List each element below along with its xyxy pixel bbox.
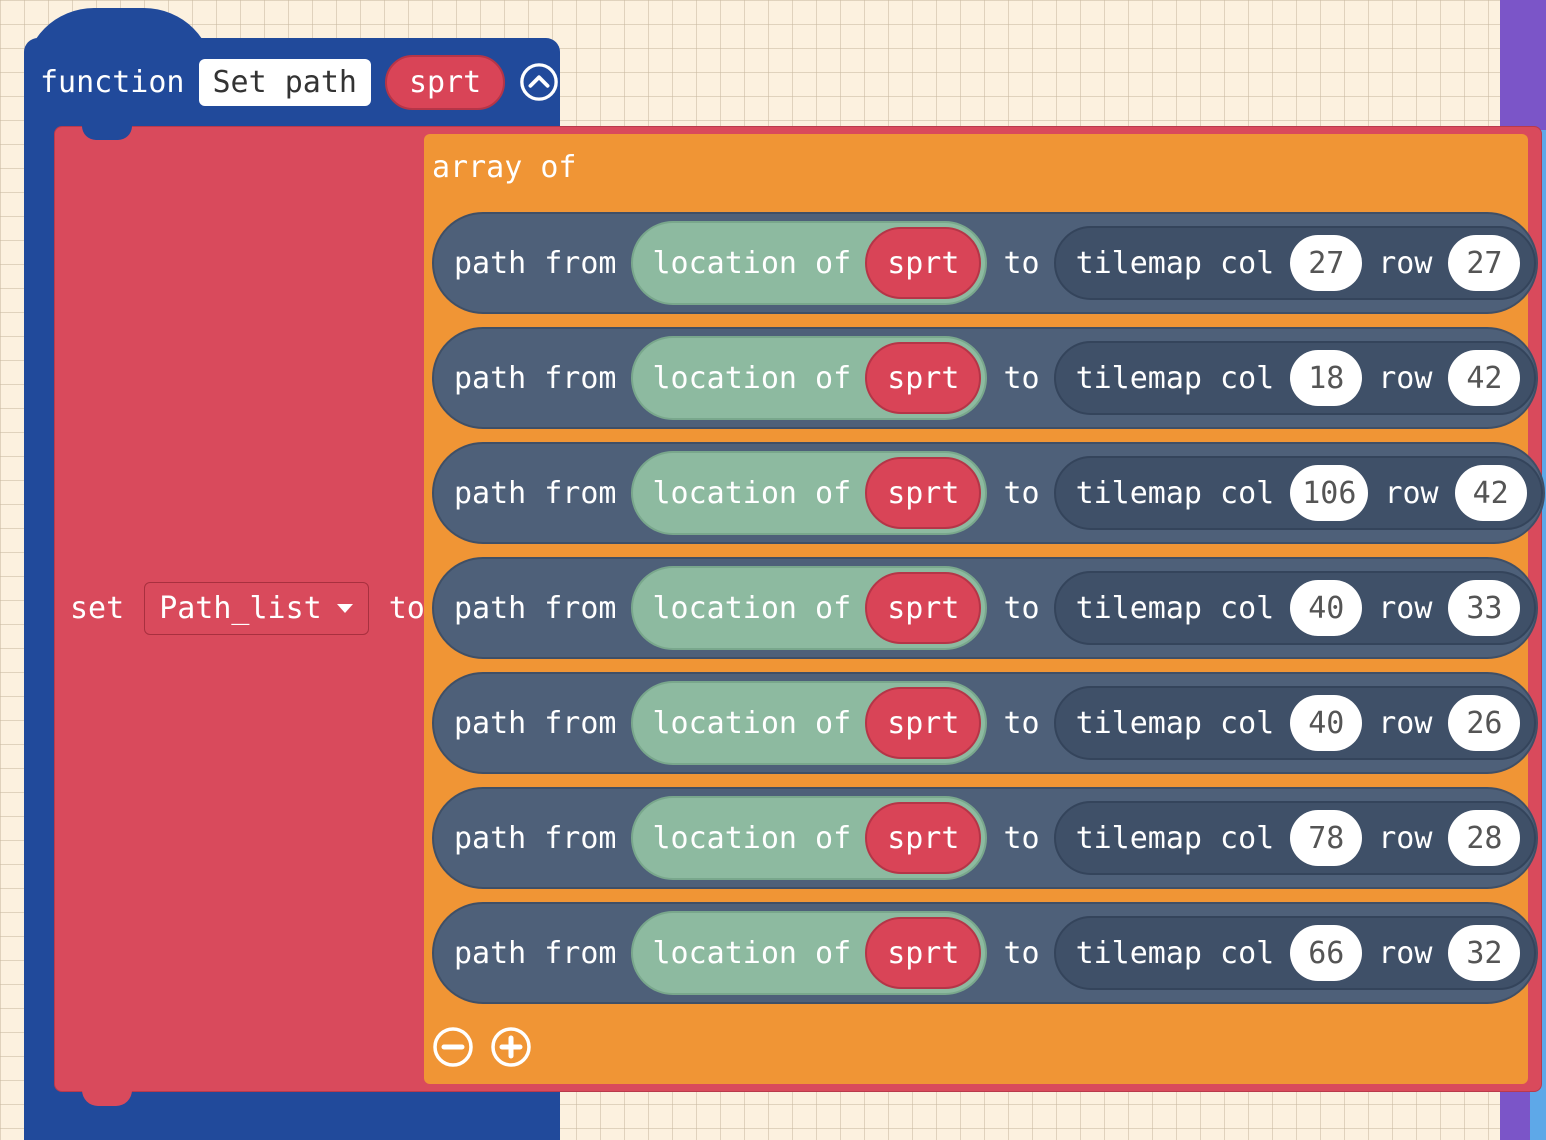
plus-circle-icon[interactable] (490, 1026, 532, 1068)
path-block-row[interactable]: path from location of sprt to tilemap col 40 ro… (432, 557, 1539, 659)
row-label: row (1378, 590, 1433, 626)
tilemap-location-block[interactable]: tilemap col 27 row 27 (1053, 226, 1537, 300)
set-block-top-notch (82, 126, 132, 140)
location-of-label: location of (652, 245, 852, 281)
path-block-row[interactable]: path from location of sprt to tilemap col 18 ro… (432, 327, 1539, 429)
path-keyword: path (454, 245, 527, 281)
location-of-block[interactable]: location of sprt (630, 336, 988, 420)
from-keyword: from (544, 360, 617, 396)
tilemap-location-block[interactable]: tilemap col 78 row 28 (1053, 801, 1537, 875)
minus-circle-icon[interactable] (432, 1026, 474, 1068)
row-label: row (1378, 360, 1433, 396)
path-keyword: path (454, 590, 527, 626)
to-keyword: to (1003, 820, 1040, 856)
tilemap-col-label: tilemap col (1075, 935, 1275, 971)
location-of-block[interactable]: location of sprt (630, 796, 988, 880)
caret-down-icon (336, 604, 353, 613)
row-number-input[interactable]: 42 (1448, 350, 1521, 406)
to-keyword: to (1003, 590, 1040, 626)
path-block-row[interactable]: path from location of sprt to tilemap col 106 r… (432, 442, 1545, 544)
path-block-row[interactable]: path from location of sprt to tilemap col 66 ro… (432, 902, 1539, 1004)
from-keyword: from (544, 475, 617, 511)
location-of-label: location of (652, 705, 852, 741)
location-of-label: location of (652, 360, 852, 396)
row-label: row (1378, 820, 1433, 856)
set-keyword: set (70, 590, 125, 626)
sprite-variable-pill[interactable]: sprt (865, 687, 982, 759)
tilemap-location-block[interactable]: tilemap col 18 row 42 (1053, 341, 1537, 415)
location-of-label: location of (652, 935, 852, 971)
sprite-variable-pill[interactable]: sprt (865, 227, 982, 299)
sprite-variable-pill[interactable]: sprt (865, 917, 982, 989)
location-of-label: location of (652, 475, 852, 511)
function-keyword: function (40, 64, 185, 100)
from-keyword: from (544, 820, 617, 856)
array-of-label: array of (432, 150, 577, 185)
function-name-field[interactable]: Set path (198, 58, 371, 106)
row-number-input[interactable]: 33 (1448, 580, 1521, 636)
tilemap-col-label: tilemap col (1075, 245, 1275, 281)
function-param-sprt[interactable]: sprt (385, 54, 506, 110)
row-label: row (1378, 935, 1433, 971)
to-keyword: to (1003, 475, 1040, 511)
sprite-variable-pill[interactable]: sprt (865, 342, 982, 414)
to-keyword: to (1003, 245, 1040, 281)
variable-dropdown-label: Path_list (159, 590, 322, 626)
variable-dropdown[interactable]: Path_list (144, 581, 369, 635)
location-of-block[interactable]: location of sprt (630, 451, 988, 535)
location-of-label: location of (652, 590, 852, 626)
path-keyword: path (454, 475, 527, 511)
col-number-input[interactable]: 40 (1290, 695, 1363, 751)
location-of-block[interactable]: location of sprt (630, 221, 988, 305)
set-variable-row: set Path_list to (70, 578, 425, 638)
path-keyword: path (454, 705, 527, 741)
col-number-input[interactable]: 66 (1290, 925, 1363, 981)
tilemap-col-label: tilemap col (1075, 820, 1275, 856)
path-block-row[interactable]: path from location of sprt to tilemap col 40 ro… (432, 672, 1539, 774)
to-keyword: to (388, 590, 425, 626)
chevron-up-circle-icon[interactable] (519, 62, 559, 102)
sprite-variable-pill[interactable]: sprt (865, 802, 982, 874)
to-keyword: to (1003, 935, 1040, 971)
path-keyword: path (454, 820, 527, 856)
col-number-input[interactable]: 18 (1290, 350, 1363, 406)
path-block-row[interactable]: path from location of sprt to tilemap col 78 ro… (432, 787, 1539, 889)
location-of-block[interactable]: location of sprt (630, 681, 988, 765)
path-block-row[interactable]: path from location of sprt to tilemap col 27 ro… (432, 212, 1539, 314)
from-keyword: from (544, 935, 617, 971)
to-keyword: to (1003, 705, 1040, 741)
col-number-input[interactable]: 106 (1290, 465, 1369, 521)
row-label: row (1378, 705, 1433, 741)
col-number-input[interactable]: 27 (1290, 235, 1363, 291)
from-keyword: from (544, 590, 617, 626)
tilemap-location-block[interactable]: tilemap col 66 row 32 (1053, 916, 1537, 990)
col-number-input[interactable]: 78 (1290, 810, 1363, 866)
path-keyword: path (454, 360, 527, 396)
from-keyword: from (544, 705, 617, 741)
tilemap-col-label: tilemap col (1075, 590, 1275, 626)
tilemap-location-block[interactable]: tilemap col 106 row 42 (1053, 456, 1543, 530)
location-of-block[interactable]: location of sprt (630, 566, 988, 650)
path-keyword: path (454, 935, 527, 971)
tilemap-location-block[interactable]: tilemap col 40 row 26 (1053, 686, 1537, 760)
col-number-input[interactable]: 40 (1290, 580, 1363, 636)
row-number-input[interactable]: 27 (1448, 235, 1521, 291)
from-keyword: from (544, 245, 617, 281)
tilemap-col-label: tilemap col (1075, 705, 1275, 741)
row-number-input[interactable]: 26 (1448, 695, 1521, 751)
function-header: function Set path sprt (40, 52, 559, 112)
to-keyword: to (1003, 360, 1040, 396)
row-number-input[interactable]: 32 (1448, 925, 1521, 981)
tilemap-col-label: tilemap col (1075, 360, 1275, 396)
sprite-variable-pill[interactable]: sprt (865, 457, 982, 529)
location-of-label: location of (652, 820, 852, 856)
row-number-input[interactable]: 42 (1454, 465, 1527, 521)
row-number-input[interactable]: 28 (1448, 810, 1521, 866)
row-label: row (1384, 475, 1439, 511)
tilemap-col-label: tilemap col (1075, 475, 1275, 511)
row-label: row (1378, 245, 1433, 281)
location-of-block[interactable]: location of sprt (630, 911, 988, 995)
tilemap-location-block[interactable]: tilemap col 40 row 33 (1053, 571, 1537, 645)
sprite-variable-pill[interactable]: sprt (865, 572, 982, 644)
